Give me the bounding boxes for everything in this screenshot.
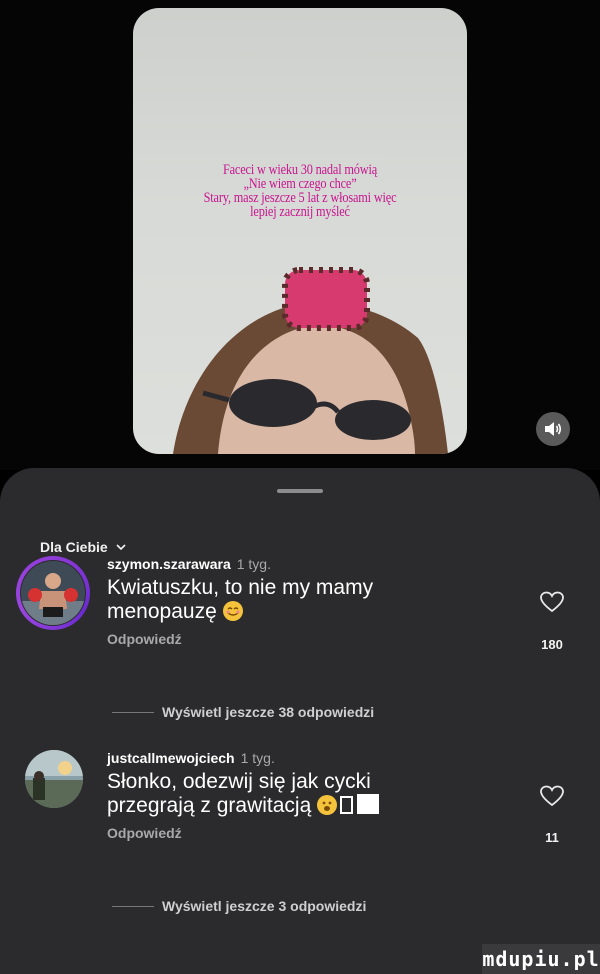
avatar-image xyxy=(21,561,85,625)
avatar[interactable] xyxy=(21,561,85,625)
comments-sheet: Dla Ciebie szymon.szarawara 1 tyg. Kwiatu… xyxy=(0,468,600,974)
username-text[interactable]: szymon.szarawara xyxy=(107,556,231,572)
avatar[interactable] xyxy=(25,750,83,808)
caption-line: lepiej zacznij myśleć xyxy=(250,204,350,220)
speaker-icon xyxy=(545,422,562,436)
comment-username[interactable]: szymon.szarawara 1 tyg. xyxy=(107,556,271,572)
caption-line: Stary, masz jeszcze 5 lat z włosami więc xyxy=(203,190,397,206)
caption-line: „Nie wiem czego chce” xyxy=(243,176,357,192)
username-text[interactable]: justcallmewojciech xyxy=(107,750,235,766)
comment-text: Słonko, odezwij się jak cycki przegrają … xyxy=(107,770,447,818)
reply-button[interactable]: Odpowiedź xyxy=(107,825,182,841)
comment-time: 1 tyg. xyxy=(240,750,275,766)
missing-glyph-icon xyxy=(340,796,354,814)
video-player[interactable]: Faceci w wieku 30 nadal mówią „Nie wiem … xyxy=(133,8,467,454)
filter-label: Dla Ciebie xyxy=(40,539,108,555)
caption-line: Faceci w wieku 30 nadal mówią xyxy=(222,162,378,178)
heart-icon[interactable] xyxy=(539,784,565,808)
sound-toggle-button[interactable] xyxy=(536,412,570,446)
missing-glyph-icon xyxy=(357,794,380,814)
view-more-replies-button[interactable]: Wyświetl jeszcze 38 odpowiedzi xyxy=(162,704,374,720)
like-count: 11 xyxy=(545,830,559,845)
avatar-image xyxy=(25,750,83,808)
comment-time: 1 tyg. xyxy=(236,556,271,572)
chevron-down-icon xyxy=(116,544,126,551)
comment-username[interactable]: justcallmewojciech 1 tyg. xyxy=(107,750,275,766)
heart-icon[interactable] xyxy=(539,590,565,614)
comments-filter-dropdown[interactable]: Dla Ciebie xyxy=(40,539,128,555)
divider-line xyxy=(112,906,154,907)
view-more-replies-button[interactable]: Wyświetl jeszcze 3 odpowiedzi xyxy=(162,898,366,914)
video-caption-overlay: Faceci w wieku 30 nadal mówią „Nie wiem … xyxy=(163,162,437,220)
video-frame-image xyxy=(173,267,448,454)
watermark-logo: mdupiu.pl xyxy=(482,944,600,974)
smiling-face-emoji-icon xyxy=(222,601,243,621)
face-with-tongue-emoji-icon xyxy=(317,795,338,815)
comment-text: Kwiatuszku, to nie my mamy menopauzę xyxy=(107,576,437,624)
drag-handle[interactable] xyxy=(277,489,323,493)
video-area: Faceci w wieku 30 nadal mówią „Nie wiem … xyxy=(0,0,600,470)
divider-line xyxy=(112,712,154,713)
like-count: 180 xyxy=(541,637,563,652)
reply-button[interactable]: Odpowiedź xyxy=(107,631,182,647)
